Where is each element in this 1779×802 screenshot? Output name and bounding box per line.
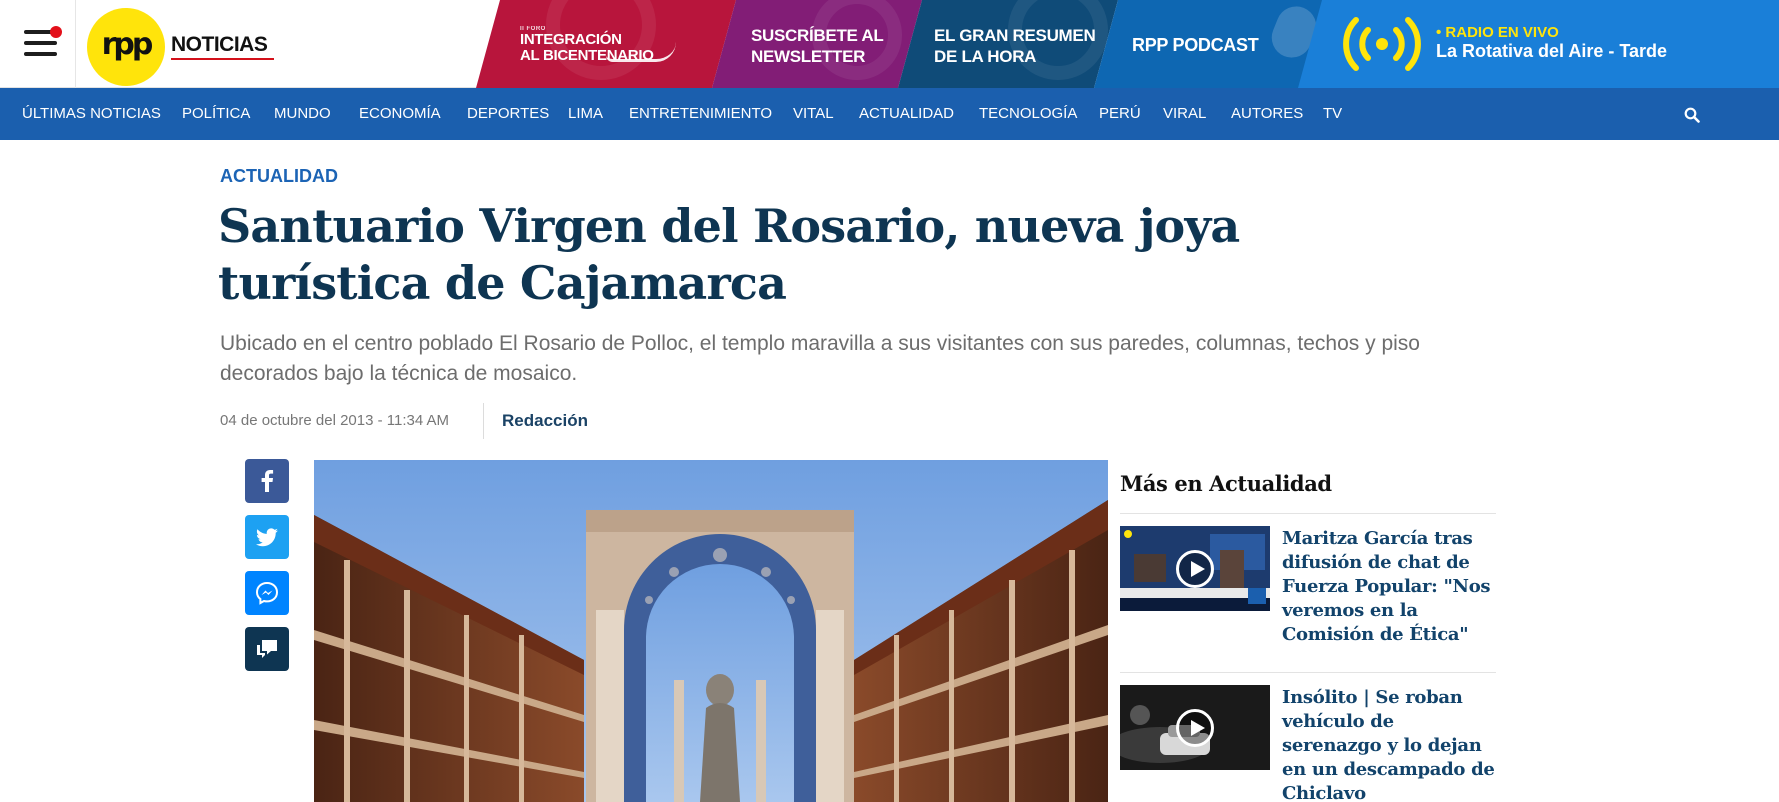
radio-show-title: La Rotativa del Aire - Tarde <box>1436 41 1668 61</box>
nav-item-viral[interactable]: VIRAL <box>1163 88 1206 140</box>
nav-item-politica[interactable]: POLÍTICA <box>182 88 250 140</box>
nav-item-peru[interactable]: PERÚ <box>1099 88 1141 140</box>
sidebar-divider <box>1120 672 1496 673</box>
sidebar-item-headline[interactable]: Maritza García tras difusión de chat de … <box>1282 527 1496 647</box>
article-summary: Ubicado en el centro poblado El Rosario … <box>220 332 1420 385</box>
article-author-link[interactable]: Redacción <box>502 411 588 431</box>
broadcast-icon <box>1343 17 1421 71</box>
nav-item-tv[interactable]: TV <box>1323 88 1342 140</box>
promo-line: SUSCRÍBETE AL <box>751 26 884 45</box>
sidebar-title: Más en Actualidad <box>1120 471 1332 496</box>
comments-icon <box>257 640 277 658</box>
hamburger-icon-bar <box>24 52 57 56</box>
nav-item-mundo[interactable]: MUNDO <box>274 88 331 140</box>
share-messenger-button[interactable] <box>245 571 289 615</box>
meta-divider <box>483 403 484 439</box>
twitter-icon <box>256 528 278 547</box>
comments-button[interactable] <box>245 627 289 671</box>
play-icon <box>1176 709 1214 747</box>
sidebar-item-thumbnail[interactable] <box>1120 685 1270 770</box>
article-title: Santuario Virgen del Rosario, nueva joya… <box>218 199 1240 310</box>
santuario-photo <box>314 460 1108 802</box>
main-nav: ÚLTIMAS NOTICIAS POLÍTICA MUNDO ECONOMÍA… <box>0 88 1779 140</box>
swoosh-icon <box>606 42 676 62</box>
messenger-icon <box>255 581 279 605</box>
promo-integracion-bicentenario[interactable]: II FORO INTEGRACIÓN AL BICENTENARIO <box>476 0 736 88</box>
promo-line: NEWSLETTER <box>751 47 866 66</box>
share-facebook-button[interactable] <box>245 459 289 503</box>
nav-item-actualidad[interactable]: ACTUALIDAD <box>859 88 954 140</box>
nav-item-entretenimiento[interactable]: ENTRETENIMIENTO <box>629 88 772 140</box>
promo-newsletter[interactable]: SUSCRÍBETE AL NEWSLETTER <box>712 0 922 88</box>
nav-item-economia[interactable]: ECONOMÍA <box>359 88 441 140</box>
promo-line: EL GRAN RESUMEN <box>934 26 1096 45</box>
promo-line: DE LA HORA <box>934 47 1037 66</box>
rpp-logo[interactable]: RPP <box>87 8 165 86</box>
radio-en-vivo[interactable]: • RADIO EN VIVO La Rotativa del Aire - T… <box>1298 0 1779 88</box>
play-icon <box>1176 550 1214 588</box>
logo-mark: RPP <box>101 27 154 62</box>
radio-label: • RADIO EN VIVO <box>1436 24 1559 41</box>
nav-item-tecnologia[interactable]: TECNOLOGÍA <box>979 88 1077 140</box>
hamburger-icon-bar <box>24 41 57 45</box>
nav-item-ultimas-noticias[interactable]: ÚLTIMAS NOTICIAS <box>22 88 161 140</box>
sidebar-item-headline[interactable]: Insólito | Se roban vehículo de serenazg… <box>1282 686 1496 802</box>
promo-line: RPP PODCAST <box>1132 35 1259 55</box>
nav-item-lima[interactable]: LIMA <box>568 88 603 140</box>
article-photo <box>314 460 1108 802</box>
facebook-icon <box>261 470 274 492</box>
search-icon[interactable] <box>1684 107 1700 123</box>
nav-item-autores[interactable]: AUTORES <box>1231 88 1303 140</box>
menu-button[interactable] <box>0 0 76 88</box>
logo-text[interactable]: NOTICIAS <box>171 33 268 57</box>
site-header: RPP NOTICIAS II FORO INTEGRACIÓN AL BICE… <box>0 0 1779 88</box>
promo-resumen-hora[interactable]: EL GRAN RESUMEN DE LA HORA <box>898 0 1118 88</box>
nav-item-deportes[interactable]: DEPORTES <box>467 88 549 140</box>
sidebar-item-thumbnail[interactable] <box>1120 526 1270 611</box>
promo-podcast[interactable]: RPP PODCAST <box>1094 0 1334 88</box>
article-section-link[interactable]: ACTUALIDAD <box>220 166 338 187</box>
article-date: 04 de octubre del 2013 - 11:34 AM <box>220 412 450 429</box>
notification-dot <box>50 26 62 38</box>
sidebar-divider <box>1120 513 1496 514</box>
share-twitter-button[interactable] <box>245 515 289 559</box>
logo-underline <box>171 58 274 60</box>
nav-item-vital[interactable]: VITAL <box>793 88 834 140</box>
